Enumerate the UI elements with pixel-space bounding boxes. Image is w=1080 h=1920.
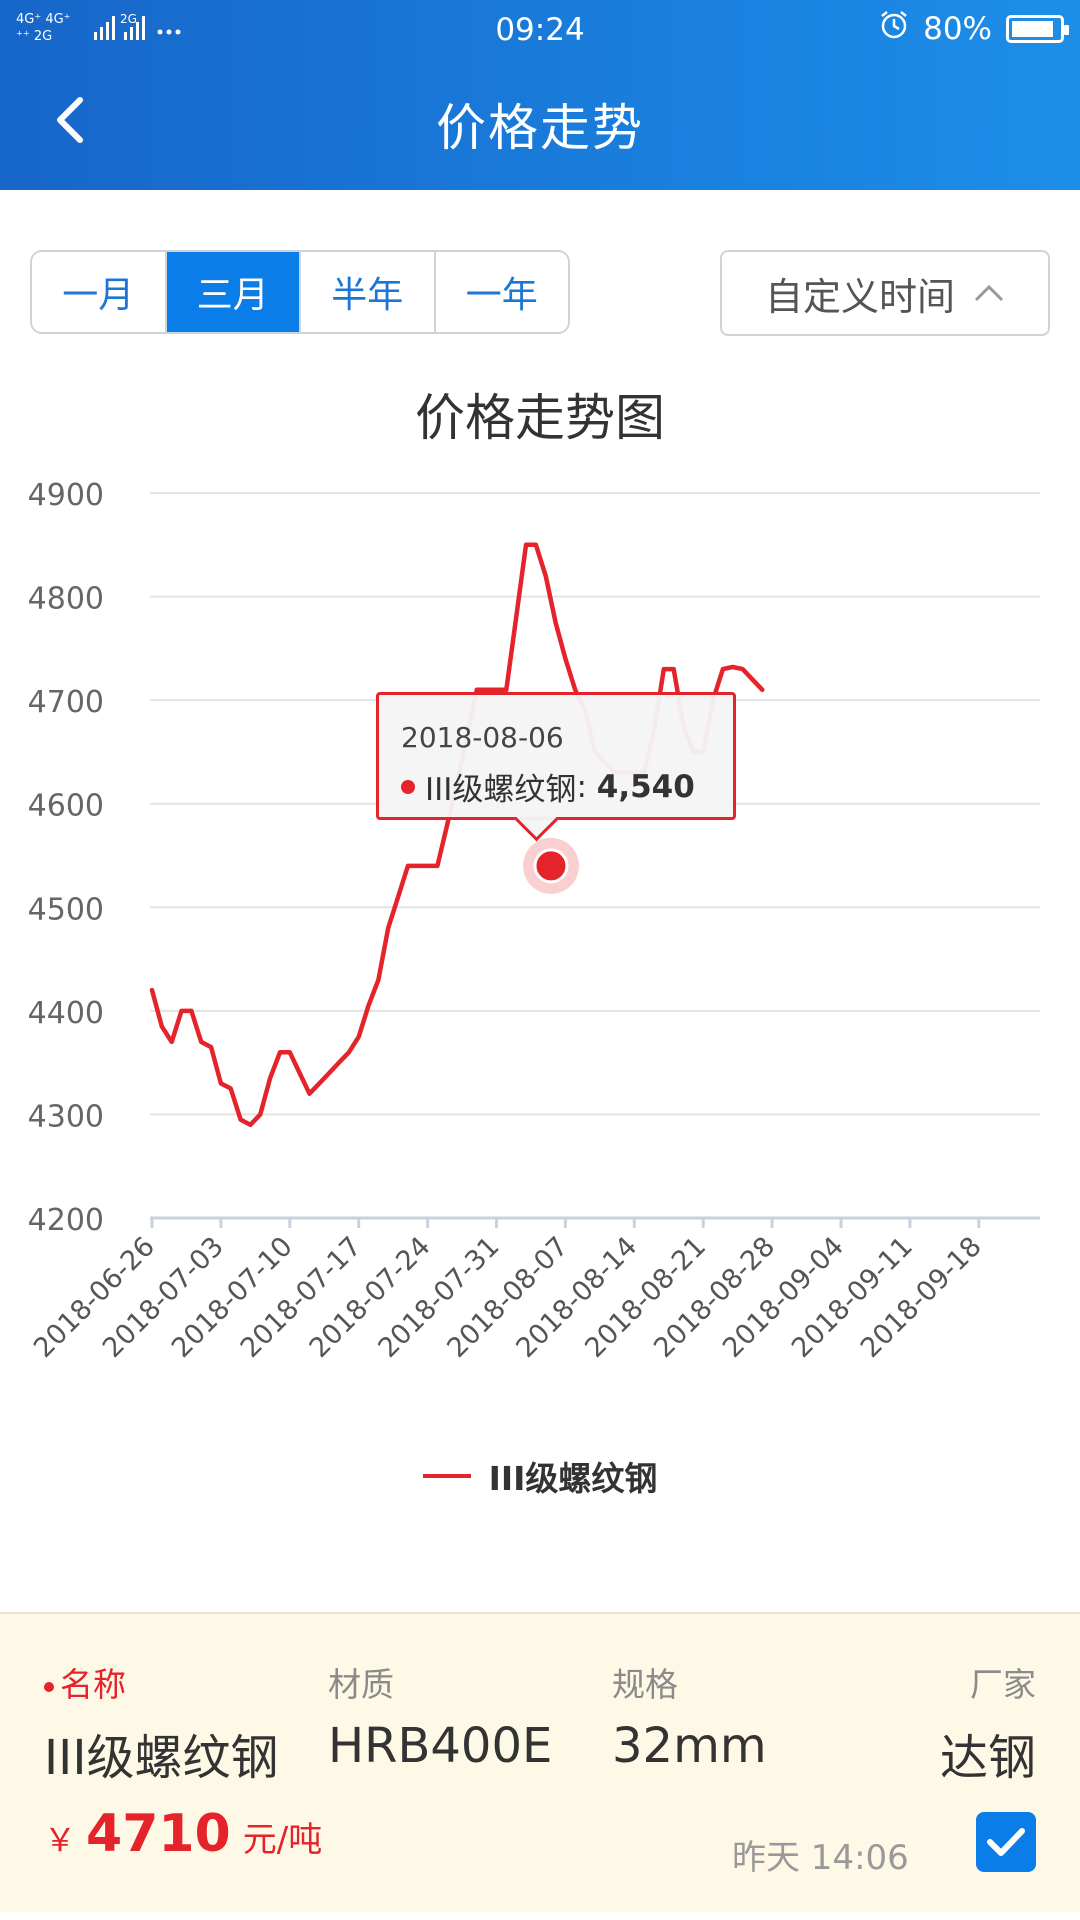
chart-tooltip: 2018-08-06 III级螺纹钢: 4,540 bbox=[376, 692, 736, 820]
spec-value: 32mm bbox=[612, 1718, 767, 1774]
check-icon bbox=[987, 1828, 1025, 1856]
range-option-one-year[interactable]: 一年 bbox=[436, 252, 569, 332]
price-unit: 元/吨 bbox=[242, 1820, 323, 1860]
chart-legend[interactable]: III级螺纹钢 bbox=[0, 1452, 1080, 1500]
highlight-point bbox=[533, 848, 569, 884]
range-segmented-control: 一月 三月 半年 一年 bbox=[30, 250, 570, 334]
y-tick-label: 4300 bbox=[28, 1099, 104, 1134]
update-time: 昨天 14:06 bbox=[732, 1838, 909, 1878]
y-tick-label: 4400 bbox=[28, 996, 104, 1031]
app-header: 4G⁺ 4G⁺ ⁺⁺ 2G 2G 09:24 80% 价格走势 bbox=[0, 0, 1080, 190]
alarm-icon bbox=[879, 10, 909, 48]
range-option-one-month[interactable]: 一月 bbox=[32, 252, 167, 332]
legend-line-swatch bbox=[422, 1474, 471, 1478]
chevron-up-icon bbox=[974, 284, 1004, 302]
spec-label: 规格 bbox=[612, 1665, 678, 1704]
price-row: ￥ 4710 元/吨 bbox=[44, 1804, 322, 1864]
custom-time-dropdown[interactable]: 自定义时间 bbox=[720, 250, 1050, 336]
select-checkbox[interactable] bbox=[976, 1812, 1036, 1872]
factory-label: 厂家 bbox=[970, 1665, 1036, 1704]
price-value: 4710 bbox=[86, 1804, 231, 1864]
range-option-half-year[interactable]: 半年 bbox=[301, 252, 436, 332]
material-value: HRB400E bbox=[328, 1718, 553, 1774]
material-label: 材质 bbox=[328, 1665, 394, 1704]
x-tick-label: 2018-09-18 bbox=[855, 1231, 988, 1364]
tooltip-series-name: III级螺纹钢 bbox=[425, 772, 577, 808]
status-bar: 4G⁺ 4G⁺ ⁺⁺ 2G 2G 09:24 80% bbox=[0, 0, 1080, 60]
tooltip-date: 2018-08-06 bbox=[401, 721, 564, 754]
required-dot-icon bbox=[44, 1681, 54, 1692]
price-currency: ￥ bbox=[44, 1821, 77, 1859]
tooltip-value: 4,540 bbox=[596, 768, 695, 805]
y-tick-label: 4600 bbox=[28, 789, 104, 824]
tooltip-series-dot bbox=[401, 779, 415, 794]
name-label: 名称 bbox=[44, 1658, 126, 1706]
battery-percent: 80% bbox=[923, 11, 992, 47]
price-trend-chart: 420043004400450046004700480049002018-06-… bbox=[28, 478, 1040, 1364]
legend-series-name: III级螺纹钢 bbox=[488, 1459, 658, 1498]
factory-value: 达钢 bbox=[939, 1730, 1036, 1786]
series-line bbox=[149, 542, 765, 1128]
battery-icon bbox=[1006, 15, 1069, 43]
tooltip-row: III级螺纹钢: 4,540 bbox=[401, 764, 713, 809]
y-tick-label: 4200 bbox=[28, 1203, 104, 1238]
y-tick-label: 4900 bbox=[28, 478, 104, 513]
product-info-card: 名称 材质 规格 厂家 III级螺纹钢 HRB400E 32mm 达钢 ￥ 47… bbox=[0, 1612, 1080, 1912]
y-tick-label: 4800 bbox=[28, 582, 104, 617]
name-value: III级螺纹钢 bbox=[44, 1730, 279, 1786]
page-title: 价格走势 bbox=[436, 99, 644, 157]
y-tick-label: 4500 bbox=[28, 892, 104, 927]
status-right: 80% bbox=[879, 10, 1069, 48]
range-option-three-months[interactable]: 三月 bbox=[166, 252, 301, 332]
y-tick-label: 4700 bbox=[28, 685, 104, 720]
custom-time-label: 自定义时间 bbox=[764, 274, 955, 319]
